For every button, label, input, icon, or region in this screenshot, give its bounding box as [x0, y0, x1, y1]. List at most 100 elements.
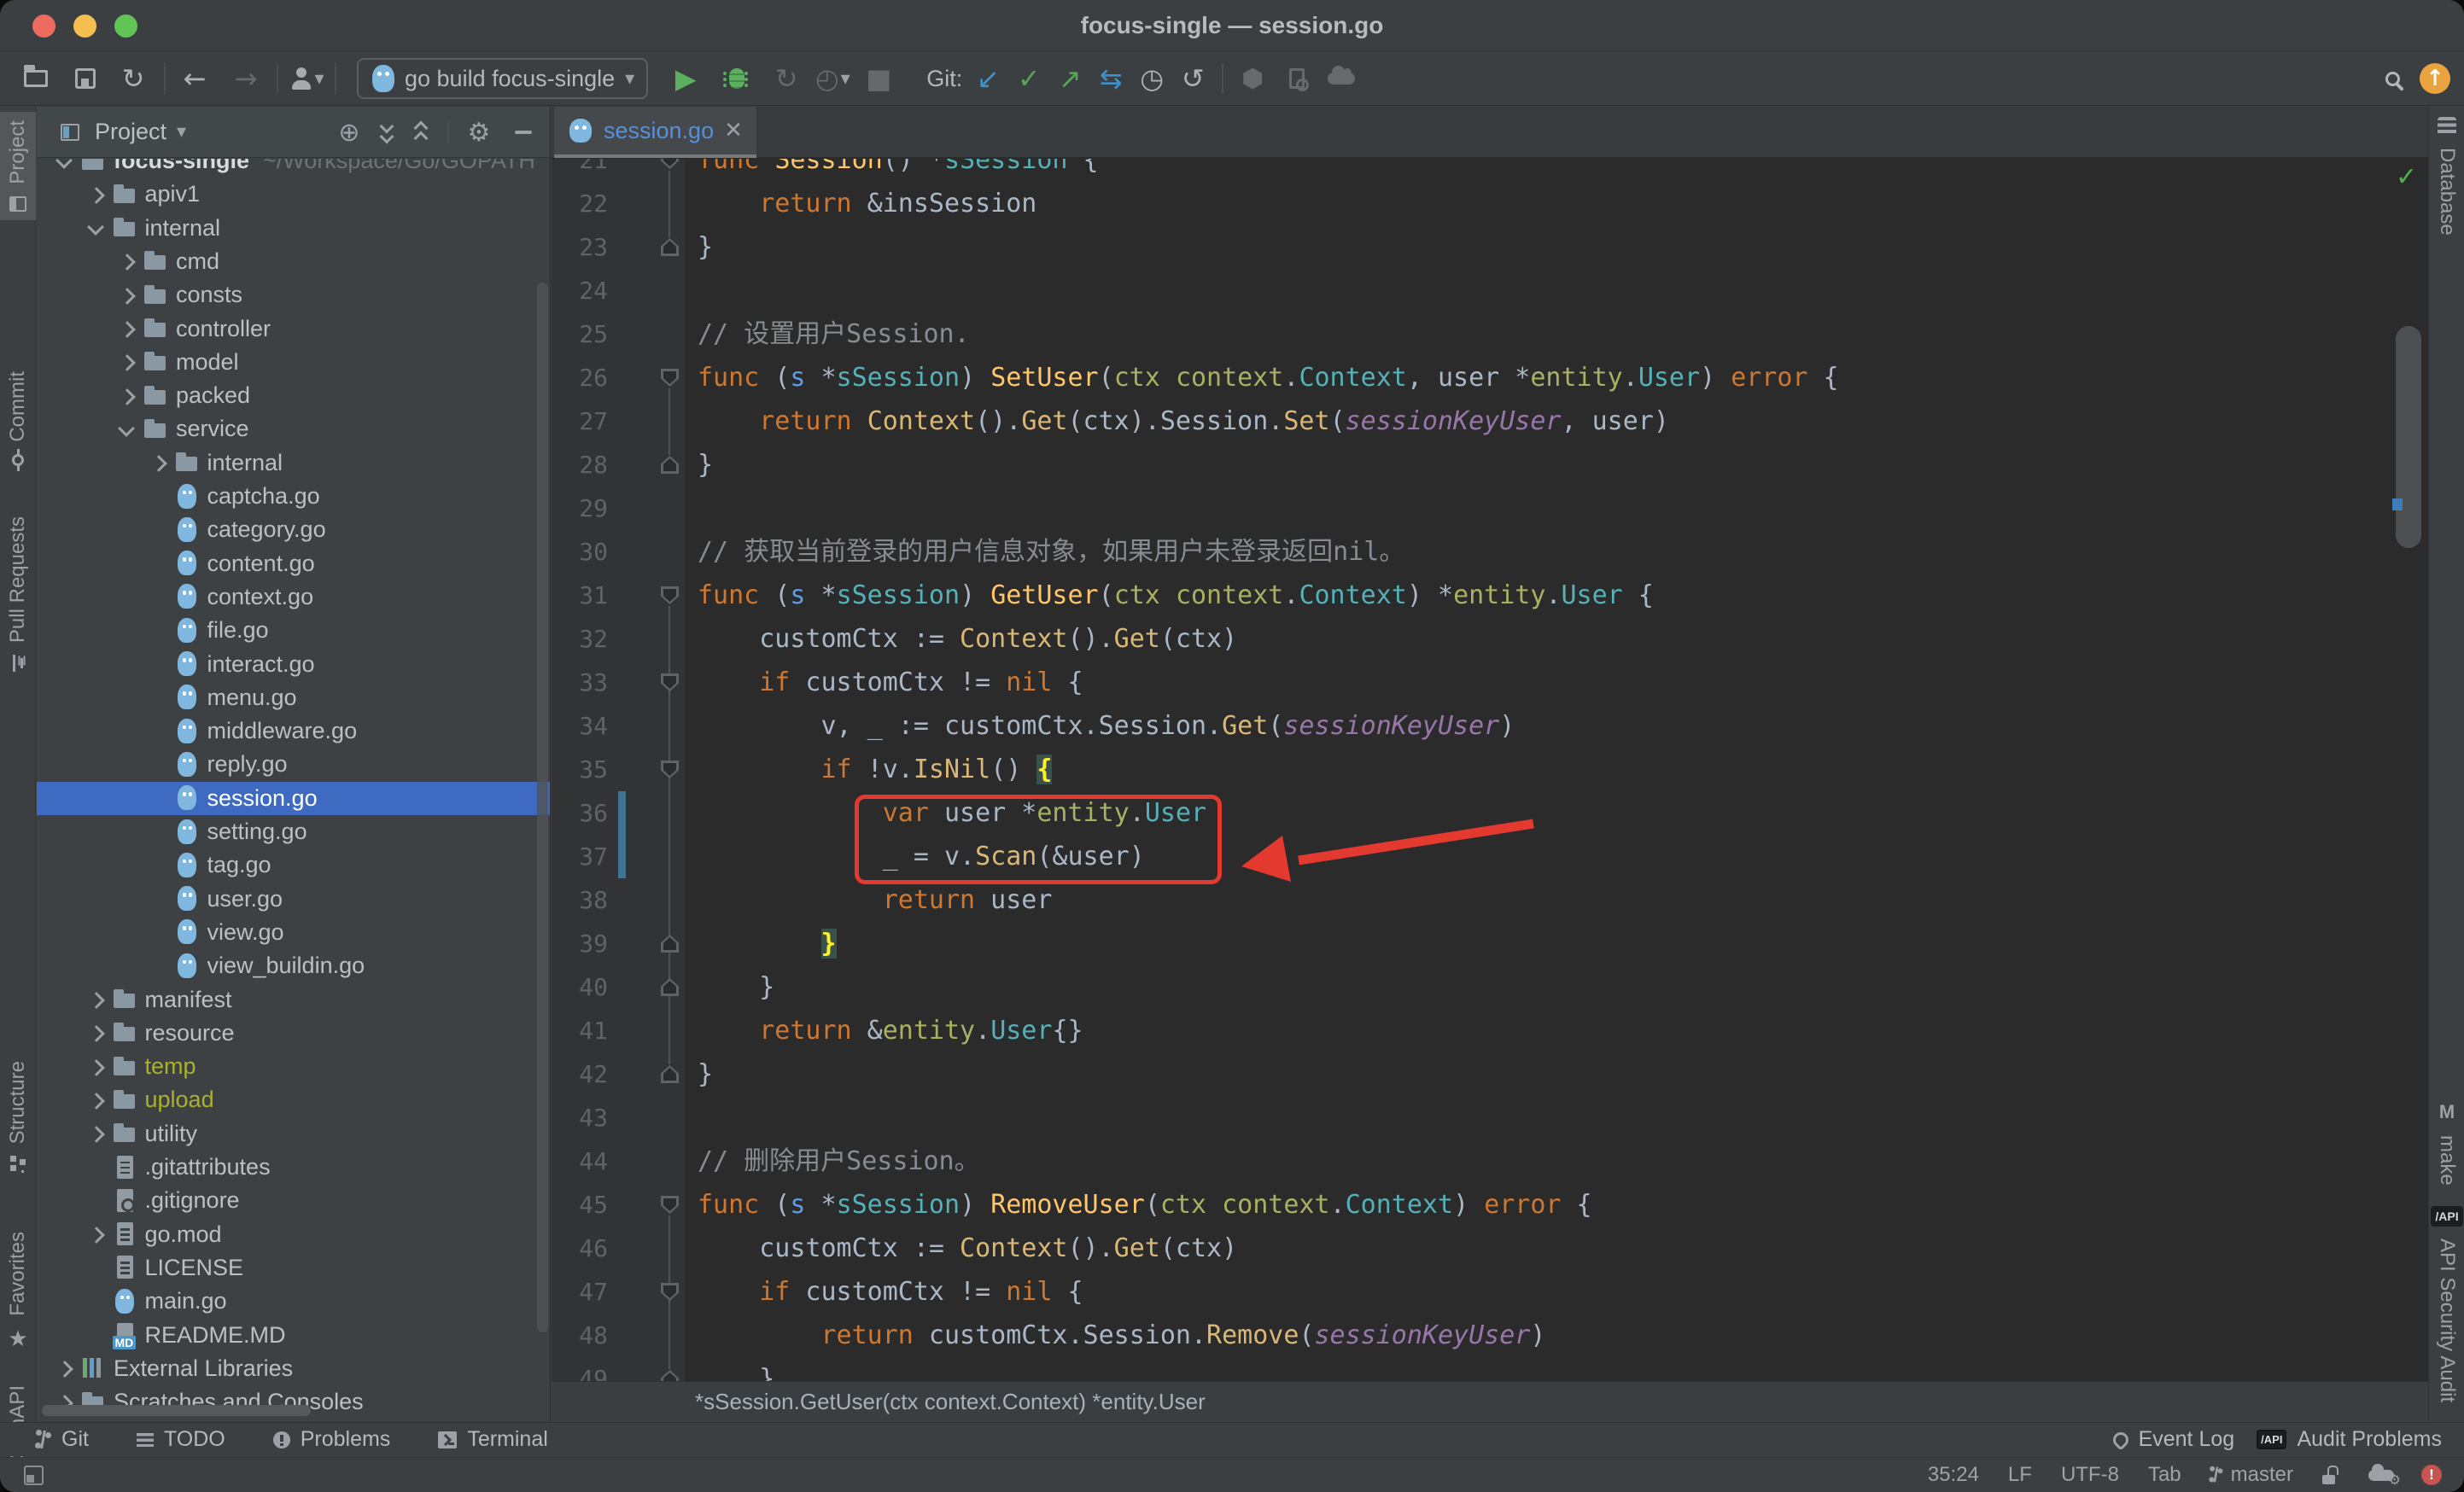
tool-strip-favorites[interactable]: Favorites ★	[0, 1232, 36, 1350]
line-number[interactable]: 28	[552, 443, 608, 487]
editor-scrollbar[interactable]	[2396, 326, 2421, 548]
change-stripe-mark[interactable]	[2392, 498, 2403, 510]
tree-item[interactable]: utility	[37, 1117, 550, 1151]
tool-strip-api-security-audit[interactable]: /API API Security Audit	[2429, 1206, 2464, 1402]
line-number[interactable]: 30	[552, 530, 608, 574]
search-button[interactable]	[2375, 61, 2409, 96]
run-button[interactable]: ▶	[669, 61, 703, 96]
tree-item[interactable]: service	[37, 412, 550, 446]
tool-strip-project[interactable]: Project	[0, 112, 36, 220]
tree-item[interactable]: reply.go	[37, 748, 550, 781]
tool-strip-pull-requests[interactable]: Pull Requests	[0, 516, 36, 672]
line-number[interactable]: 39	[552, 922, 608, 965]
line-number[interactable]: 29	[552, 487, 608, 530]
update-available-button[interactable]: ↑	[2418, 61, 2452, 96]
chevron-right-icon[interactable]	[84, 182, 109, 207]
chevron-right-icon[interactable]	[146, 450, 172, 475]
fatal-error-indicator[interactable]: !	[2421, 1465, 2442, 1485]
tree-item[interactable]: view_buildin.go	[37, 949, 550, 982]
tree-item[interactable]: README.MD	[37, 1319, 550, 1352]
code-line[interactable]: 40 }	[552, 965, 2429, 1009]
user-profile-button[interactable]: ▾	[290, 61, 324, 96]
line-number[interactable]: 44	[552, 1139, 608, 1183]
git-rollback-button[interactable]: ↺	[1176, 61, 1210, 96]
code-line[interactable]: 42}	[552, 1052, 2429, 1096]
tool-strip-make[interactable]: M make	[2429, 1101, 2464, 1186]
tree-item[interactable]: file.go	[37, 614, 550, 647]
tree-item[interactable]: packed	[37, 379, 550, 412]
git-merge-button[interactable]: ⇆	[1094, 61, 1128, 96]
forward-button[interactable]: →	[229, 61, 263, 96]
line-number[interactable]: 37	[552, 835, 608, 878]
fold-end-icon[interactable]	[661, 978, 679, 996]
tree-item[interactable]: category.go	[37, 513, 550, 546]
line-number[interactable]: 49	[552, 1357, 608, 1381]
chevron-down-icon[interactable]	[52, 159, 78, 174]
line-number[interactable]: 35	[552, 748, 608, 791]
code-line[interactable]: 46 customCtx := Context().Get(ctx)	[552, 1227, 2429, 1270]
fold-start-icon[interactable]	[661, 369, 679, 387]
toolwindow-problems[interactable]: Problems	[273, 1427, 391, 1452]
tree-item[interactable]: controller	[37, 312, 550, 346]
line-number[interactable]: 48	[552, 1314, 608, 1357]
code-line[interactable]: 29	[552, 487, 2429, 530]
fold-end-icon[interactable]	[661, 238, 679, 256]
chevron-right-icon[interactable]	[114, 283, 140, 308]
run-with-coverage-button[interactable]: ↻	[769, 61, 803, 96]
fold-start-icon[interactable]	[661, 1196, 679, 1214]
tool-strip-database[interactable]: Database	[2429, 117, 2464, 236]
open-button[interactable]	[19, 61, 53, 96]
chevron-right-icon[interactable]	[114, 349, 140, 375]
tree-item[interactable]: model	[37, 346, 550, 379]
tree-item[interactable]: internal	[37, 212, 550, 245]
tree-item[interactable]: user.go	[37, 883, 550, 916]
profiler-button[interactable]: ◴▾	[815, 61, 850, 96]
tree-item[interactable]: middleware.go	[37, 714, 550, 748]
fold-end-icon[interactable]	[661, 935, 679, 953]
code-line[interactable]: 22 return &insSession	[552, 182, 2429, 225]
lock-icon[interactable]	[2322, 1466, 2338, 1484]
chevron-right-icon[interactable]	[84, 987, 109, 1012]
chevron-down-icon[interactable]	[84, 215, 109, 241]
code-line[interactable]: 33 if customCtx != nil {	[552, 661, 2429, 704]
run-configuration-select[interactable]: go build focus-single ▾	[357, 58, 648, 99]
tree-vertical-scrollbar[interactable]	[537, 283, 548, 1332]
tree-item[interactable]: External Libraries	[37, 1352, 550, 1385]
chevron-right-icon[interactable]	[84, 1020, 109, 1046]
tree-horizontal-scrollbar[interactable]	[42, 1405, 311, 1416]
line-number[interactable]: 45	[552, 1183, 608, 1227]
code-line[interactable]: 25// 设置用户Session.	[552, 312, 2429, 356]
code-line[interactable]: 27 return Context().Get(ctx).Session.Set…	[552, 399, 2429, 443]
toolwindow-todo[interactable]: TODO	[137, 1427, 225, 1452]
git-branch-name[interactable]: master	[2231, 1463, 2293, 1487]
code-line[interactable]: 35 if !v.IsNil() {	[552, 748, 2429, 791]
tool-strip-commit[interactable]: Commit	[0, 371, 36, 466]
tree-item[interactable]: context.go	[37, 580, 550, 614]
debug-button[interactable]	[720, 61, 754, 96]
code-line[interactable]: 28}	[552, 443, 2429, 487]
chevron-right-icon[interactable]	[84, 1087, 109, 1113]
breadcrumb[interactable]: *sSession.GetUser(ctx context.Context) *…	[552, 1381, 2429, 1421]
cloud-settings-icon[interactable]	[2368, 1470, 2394, 1481]
audit-problems-button[interactable]: /APIAudit Problems	[2257, 1427, 2442, 1452]
tree-item[interactable]: main.go	[37, 1285, 550, 1318]
tree-item[interactable]: view.go	[37, 916, 550, 949]
line-number[interactable]: 36	[552, 791, 608, 835]
chevron-right-icon[interactable]	[52, 1355, 78, 1381]
stop-button[interactable]: ■	[861, 61, 896, 96]
line-number[interactable]: 31	[552, 574, 608, 617]
file-encoding[interactable]: UTF-8	[2061, 1463, 2119, 1487]
cloud-sync-button[interactable]	[1324, 61, 1358, 96]
code-line[interactable]: 44// 删除用户Session。	[552, 1139, 2429, 1183]
tree-item[interactable]: resource	[37, 1017, 550, 1050]
line-number[interactable]: 21	[552, 159, 608, 182]
line-ending[interactable]: LF	[2008, 1463, 2032, 1487]
line-number[interactable]: 33	[552, 661, 608, 704]
code-line[interactable]: 32 customCtx := Context().Get(ctx)	[552, 617, 2429, 661]
tree-item[interactable]: tag.go	[37, 848, 550, 882]
locate-file-button[interactable]: ⊕	[335, 118, 364, 147]
indent-style[interactable]: Tab	[2148, 1463, 2181, 1487]
tree-item[interactable]: go.mod	[37, 1218, 550, 1251]
code-line[interactable]: 39 }	[552, 922, 2429, 965]
tree-item[interactable]: content.go	[37, 547, 550, 580]
